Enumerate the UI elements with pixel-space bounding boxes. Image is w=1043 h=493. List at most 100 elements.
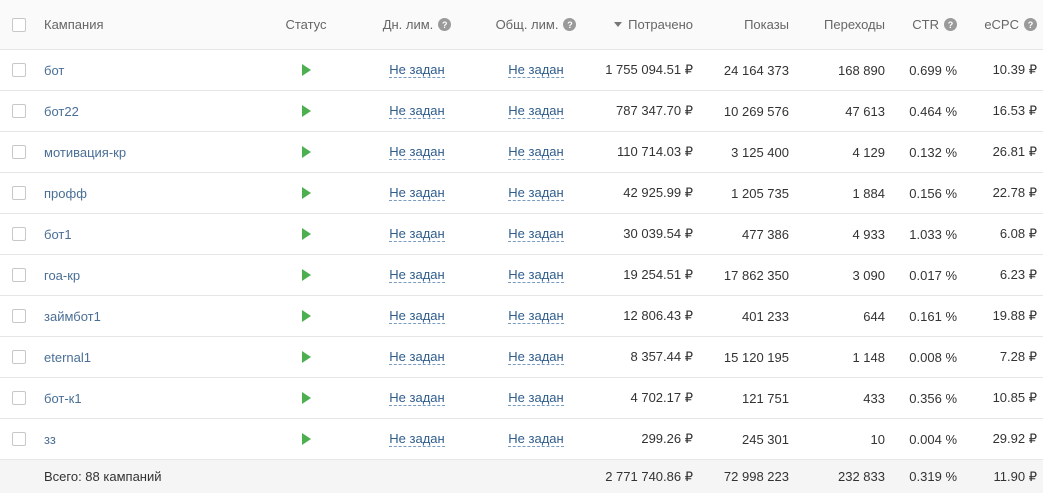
play-icon[interactable]: [301, 433, 311, 445]
header-total-limit[interactable]: Общ. лим.?: [486, 0, 586, 49]
clicks-value: 4 129: [852, 144, 885, 160]
checkbox-box[interactable]: [12, 17, 26, 32]
ecpc-value: 6.08 ₽: [999, 226, 1037, 241]
total-limit-link[interactable]: Не задан: [508, 103, 564, 119]
checkbox-box[interactable]: [12, 186, 26, 200]
campaign-name-link[interactable]: eternal1: [44, 337, 264, 377]
checkbox-box[interactable]: [12, 268, 26, 282]
row-checkbox[interactable]: [12, 337, 28, 377]
daily-limit-link[interactable]: Не задан: [389, 431, 445, 447]
help-icon[interactable]: ?: [438, 18, 452, 31]
play-icon[interactable]: [301, 310, 311, 322]
total-limit-link[interactable]: Не задан: [508, 390, 564, 406]
total-limit-cell: Не задан: [486, 173, 586, 213]
daily-limit-link[interactable]: Не задан: [389, 226, 445, 242]
header-ctr[interactable]: CTR?: [890, 0, 957, 49]
checkbox-box[interactable]: [12, 63, 26, 77]
status-cell[interactable]: [276, 337, 336, 377]
status-cell[interactable]: [276, 214, 336, 254]
checkbox-box[interactable]: [12, 432, 26, 446]
play-icon[interactable]: [301, 105, 311, 117]
row-checkbox[interactable]: [12, 91, 28, 131]
row-checkbox[interactable]: [12, 214, 28, 254]
total-limit-link[interactable]: Не задан: [508, 431, 564, 447]
total-limit-link[interactable]: Не задан: [508, 185, 564, 201]
checkbox-box[interactable]: [12, 104, 26, 118]
daily-limit-link[interactable]: Не задан: [389, 308, 445, 324]
header-campaign[interactable]: Кампания: [44, 0, 264, 49]
total-limit-link[interactable]: Не задан: [508, 349, 564, 365]
campaign-name-link[interactable]: бот1: [44, 214, 264, 254]
header-status[interactable]: Статус: [276, 0, 336, 49]
ctr-value: 0.699 %: [909, 62, 957, 78]
checkbox-box[interactable]: [12, 350, 26, 364]
play-icon[interactable]: [301, 392, 311, 404]
campaign-name-link[interactable]: бот22: [44, 91, 264, 131]
total-limit-link[interactable]: Не задан: [508, 308, 564, 324]
campaign-name-link[interactable]: бот: [44, 50, 264, 90]
help-icon[interactable]: ?: [944, 18, 957, 31]
total-limit-cell: Не задан: [486, 214, 586, 254]
daily-limit-link[interactable]: Не задан: [389, 185, 445, 201]
clicks-value: 1 148: [852, 349, 885, 365]
total-limit-link[interactable]: Не задан: [508, 144, 564, 160]
status-cell[interactable]: [276, 378, 336, 418]
campaign-name-link[interactable]: профф: [44, 173, 264, 213]
row-checkbox[interactable]: [12, 419, 28, 459]
header-spent[interactable]: Потрачено: [590, 0, 693, 49]
daily-limit-link[interactable]: Не задан: [389, 103, 445, 119]
help-icon[interactable]: ?: [563, 18, 577, 31]
status-cell[interactable]: [276, 296, 336, 336]
total-limit-link[interactable]: Не задан: [508, 62, 564, 78]
status-cell[interactable]: [276, 132, 336, 172]
status-cell[interactable]: [276, 419, 336, 459]
status-cell[interactable]: [276, 91, 336, 131]
campaign-name-link[interactable]: гоа-кр: [44, 255, 264, 295]
daily-limit-link[interactable]: Не задан: [389, 349, 445, 365]
status-cell[interactable]: [276, 173, 336, 213]
campaign-name-link[interactable]: бот-к1: [44, 378, 264, 418]
row-checkbox[interactable]: [12, 50, 28, 90]
daily-limit-link[interactable]: Не задан: [389, 144, 445, 160]
daily-limit-link[interactable]: Не задан: [389, 390, 445, 406]
header-shows[interactable]: Показы: [700, 0, 789, 49]
play-icon[interactable]: [301, 269, 311, 281]
ecpc-value: 10.85 ₽: [992, 390, 1037, 405]
checkbox-box[interactable]: [12, 309, 26, 323]
header-ecpc[interactable]: eCPC?: [962, 0, 1037, 49]
shows-value: 17 862 350: [723, 267, 789, 283]
play-icon[interactable]: [301, 228, 311, 240]
daily-limit-link[interactable]: Не задан: [389, 267, 445, 283]
status-cell[interactable]: [276, 255, 336, 295]
checkbox-box[interactable]: [12, 145, 26, 159]
campaign-name-link[interactable]: мотивация-кр: [44, 132, 264, 172]
play-icon[interactable]: [301, 64, 311, 76]
campaign-name-link[interactable]: зз: [44, 419, 264, 459]
play-icon[interactable]: [301, 187, 311, 199]
daily-limit-cell: Не задан: [370, 337, 464, 377]
row-checkbox[interactable]: [12, 173, 28, 213]
play-icon[interactable]: [301, 351, 311, 363]
checkbox-box[interactable]: [12, 391, 26, 405]
play-icon[interactable]: [301, 146, 311, 158]
row-checkbox[interactable]: [12, 378, 28, 418]
header-daily-limit[interactable]: Дн. лим.?: [370, 0, 464, 49]
ctr-value: 0.464 %: [909, 103, 957, 119]
row-checkbox[interactable]: [12, 255, 28, 295]
daily-limit-link[interactable]: Не задан: [389, 62, 445, 78]
status-cell[interactable]: [276, 50, 336, 90]
checkbox-box[interactable]: [12, 227, 26, 241]
help-icon[interactable]: ?: [1024, 18, 1037, 31]
total-limit-cell: Не задан: [486, 50, 586, 90]
total-limit-link[interactable]: Не задан: [508, 267, 564, 283]
header-campaign-label: Кампания: [44, 17, 104, 32]
ctr-value: 0.356 %: [909, 390, 957, 406]
row-checkbox[interactable]: [12, 296, 28, 336]
campaign-name-link[interactable]: займбот1: [44, 296, 264, 336]
select-all-checkbox[interactable]: [12, 0, 28, 49]
header-clicks[interactable]: Переходы: [800, 0, 885, 49]
row-checkbox[interactable]: [12, 132, 28, 172]
total-limit-link[interactable]: Не задан: [508, 226, 564, 242]
table-row: займбот1 Не задан Не задан 12 806.43 ₽ 401 2…: [0, 296, 1043, 337]
ctr-value: 0.008 %: [909, 349, 957, 365]
